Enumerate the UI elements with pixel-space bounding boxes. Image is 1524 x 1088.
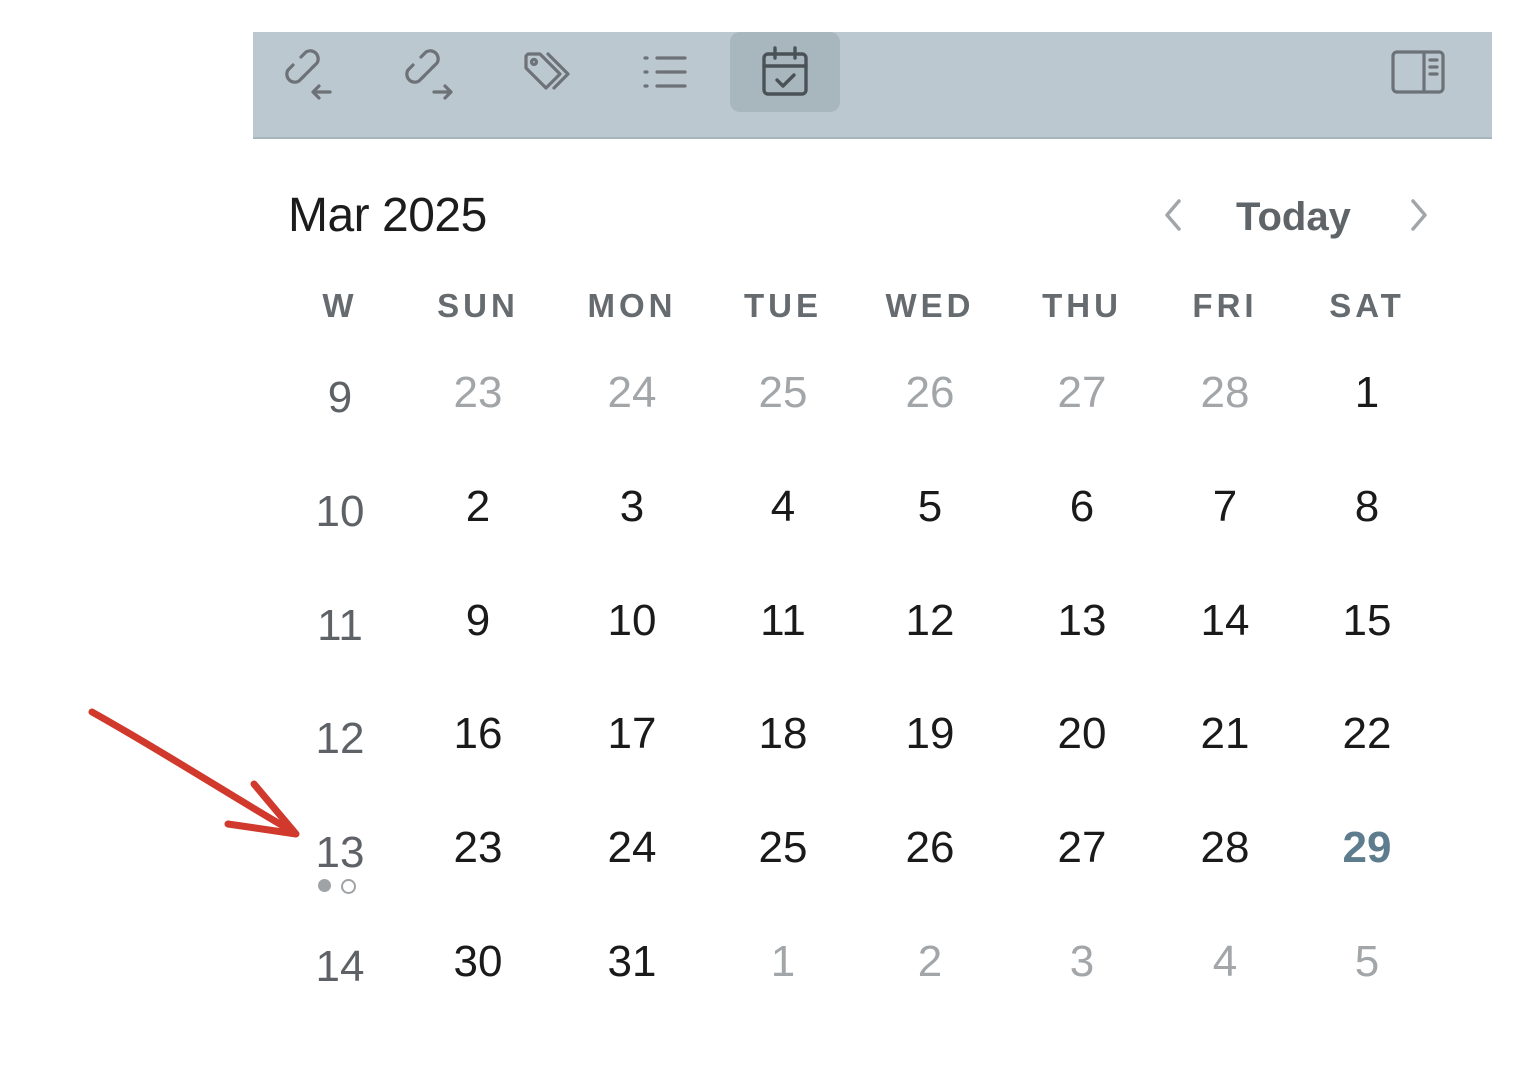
day-cell[interactable]: 2 (418, 482, 538, 532)
day-cell-other-month[interactable]: 28 (1165, 368, 1285, 418)
day-cell-other-month[interactable]: 2 (870, 937, 990, 987)
day-cell[interactable]: 13 (1022, 596, 1142, 646)
day-cell[interactable]: 15 (1307, 596, 1427, 646)
chevron-left-icon (1165, 199, 1181, 231)
day-cell[interactable]: 11 (723, 596, 843, 646)
tags-icon (524, 52, 570, 90)
day-cell[interactable]: 24 (572, 823, 692, 873)
wed-header: WED (885, 287, 975, 324)
day-cell[interactable]: 12 (870, 596, 990, 646)
day-cell[interactable]: 23 (418, 823, 538, 873)
day-cell[interactable]: 1 (1307, 368, 1427, 418)
chevron-right-icon (1411, 199, 1427, 231)
calendar-button[interactable] (730, 32, 840, 112)
annotation-arrow (88, 708, 300, 838)
day-cell-other-month[interactable]: 4 (1165, 937, 1285, 987)
day-cell-other-month[interactable]: 26 (870, 368, 990, 418)
calendar-check-icon (762, 46, 808, 96)
outgoing-links-button[interactable] (373, 32, 483, 112)
outline-icon (643, 56, 687, 88)
month-title: Mar 2025 (288, 189, 487, 242)
day-cell[interactable]: 22 (1307, 709, 1427, 759)
day-cell[interactable]: 19 (870, 709, 990, 759)
sidebar-toggle-icon (1391, 50, 1445, 94)
tue-header: TUE (744, 287, 822, 324)
day-cell[interactable]: 9 (418, 596, 538, 646)
outline-button[interactable] (610, 32, 720, 112)
day-cell[interactable]: 7 (1165, 482, 1285, 532)
day-cell[interactable]: 18 (723, 709, 843, 759)
day-cell-other-month[interactable]: 1 (723, 937, 843, 987)
day-cell[interactable]: 20 (1022, 709, 1142, 759)
next-month-button[interactable] (1398, 190, 1438, 240)
week-number[interactable]: 10 (280, 487, 400, 537)
note-dot-empty (341, 879, 356, 894)
thu-header: THU (1042, 287, 1122, 324)
sidebar-toolbar (253, 32, 1492, 139)
day-cell[interactable]: 6 (1022, 482, 1142, 532)
week-number[interactable]: 11 (280, 601, 400, 651)
day-cell[interactable]: 28 (1165, 823, 1285, 873)
day-cell[interactable]: 17 (572, 709, 692, 759)
outgoing-links-icon (405, 49, 453, 100)
today-button[interactable]: Today (1236, 192, 1366, 242)
week-number[interactable]: 14 (280, 942, 400, 992)
day-cell-other-month[interactable]: 25 (723, 368, 843, 418)
previous-month-button[interactable] (1154, 190, 1194, 240)
backlinks-icon (285, 49, 332, 100)
week-note-indicator (318, 879, 356, 894)
day-cell-other-month[interactable]: 23 (418, 368, 538, 418)
backlinks-button[interactable] (253, 32, 363, 112)
day-cell[interactable]: 10 (572, 596, 692, 646)
day-cell[interactable]: 21 (1165, 709, 1285, 759)
day-cell-other-month[interactable]: 5 (1307, 937, 1427, 987)
day-cell-today[interactable]: 29 (1307, 823, 1427, 873)
day-cell[interactable]: 14 (1165, 596, 1285, 646)
day-cell[interactable]: 26 (870, 823, 990, 873)
tags-button[interactable] (493, 32, 603, 112)
day-cell[interactable]: 25 (723, 823, 843, 873)
week-header: W (322, 287, 358, 324)
day-cell-other-month[interactable]: 24 (572, 368, 692, 418)
day-cell[interactable]: 27 (1022, 823, 1142, 873)
mon-header: MON (587, 287, 677, 324)
calendar-grid: W SUN MON TUE WED THU FRI SAT 9 23 24 25 26 27 28 1 10 2 3… (0, 0, 1524, 1088)
day-cell[interactable]: 16 (418, 709, 538, 759)
day-cell[interactable]: 3 (572, 482, 692, 532)
day-cell[interactable]: 30 (418, 937, 538, 987)
day-cell[interactable]: 5 (870, 482, 990, 532)
day-cell[interactable]: 4 (723, 482, 843, 532)
day-cell[interactable]: 31 (572, 937, 692, 987)
day-cell-other-month[interactable]: 27 (1022, 368, 1142, 418)
week-number[interactable]: 9 (280, 373, 400, 423)
note-dot-filled (318, 879, 331, 892)
day-cell[interactable]: 8 (1307, 482, 1427, 532)
day-cell-other-month[interactable]: 3 (1022, 937, 1142, 987)
sidebar-toggle-button[interactable] (1363, 32, 1473, 112)
sat-header: SAT (1329, 287, 1405, 324)
fri-header: FRI (1192, 287, 1258, 324)
sun-header: SUN (437, 287, 519, 324)
